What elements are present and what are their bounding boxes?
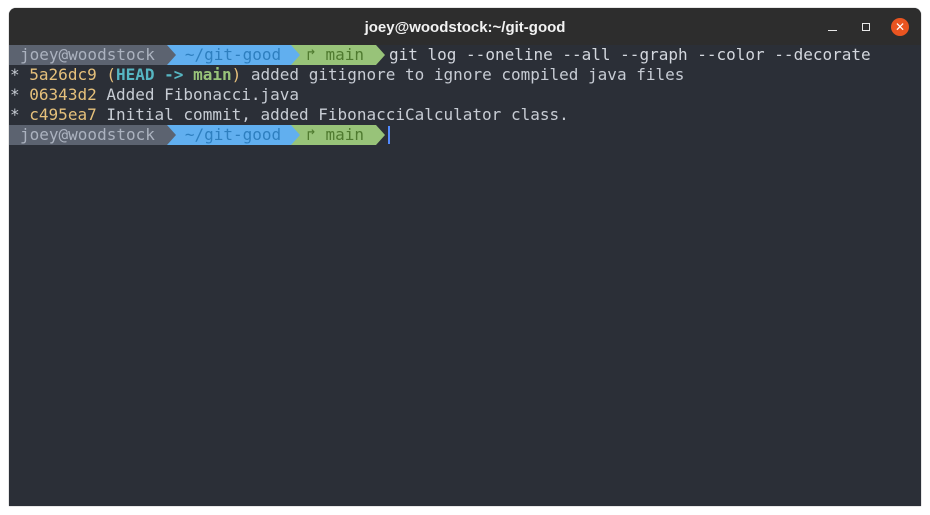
commit-message: added gitignore to ignore compiled java … [250, 65, 685, 84]
branch-icon: ↱ [306, 45, 326, 64]
commit-hash: c495ea7 [29, 105, 97, 124]
powerline-separator [375, 125, 385, 145]
prompt-dir: ~/git-good [184, 45, 282, 64]
maximize-button[interactable] [855, 8, 877, 45]
prompt-branch: main [325, 45, 364, 64]
head-ref: HEAD [116, 65, 155, 84]
prompt-git-segment: ↱ main [291, 45, 385, 65]
commit-hash: 5a26dc9 [29, 65, 97, 84]
close-icon: ✕ [891, 17, 909, 36]
log-line: * 5a26dc9 (HEAD -> main) added gitignore… [9, 65, 921, 85]
graph-marker: * [10, 65, 20, 84]
commit-hash: 06343d2 [29, 85, 97, 104]
branch-icon: ↱ [306, 125, 326, 144]
prompt-dir: ~/git-good [184, 125, 282, 144]
minimize-button[interactable] [821, 8, 843, 45]
prompt-dir-segment: ~/git-good [166, 125, 301, 145]
ref-arrow: -> [164, 65, 184, 84]
graph-marker: * [10, 85, 20, 104]
close-button[interactable]: ✕ [889, 8, 911, 45]
window-title: joey@woodstock:~/git-good [364, 19, 566, 36]
terminal-content[interactable]: joey@woodstock ~/git-good ↱ main git log… [9, 45, 921, 506]
graph-marker: * [10, 105, 20, 124]
prompt-user-host: joey@woodstock [20, 45, 155, 64]
prompt-git-segment: ↱ main [291, 125, 385, 145]
decoration-open: ( [106, 65, 116, 84]
command-text: git log --oneline --all --graph --color … [388, 45, 871, 64]
prompt-branch: main [325, 125, 364, 144]
powerline-separator [291, 125, 301, 145]
branch-ref: main [193, 65, 232, 84]
minimize-icon [827, 29, 837, 32]
terminal-window: joey@woodstock:~/git-good ✕ joey@woodsto… [9, 8, 921, 506]
prompt-user-host: joey@woodstock [20, 125, 155, 144]
title-bar[interactable]: joey@woodstock:~/git-good ✕ [9, 8, 921, 45]
log-line: * 06343d2 Added Fibonacci.java [9, 85, 921, 105]
powerline-separator [166, 125, 176, 145]
powerline-separator [375, 45, 385, 65]
powerline-separator [291, 45, 301, 65]
prompt-line[interactable]: joey@woodstock ~/git-good ↱ main [9, 125, 921, 145]
commit-message: Initial commit, added FibonacciCalculato… [106, 105, 569, 124]
prompt-dir-segment: ~/git-good [166, 45, 301, 65]
prompt-user-segment: joey@woodstock [9, 125, 176, 145]
maximize-icon [862, 22, 870, 31]
text-cursor[interactable] [387, 126, 390, 144]
prompt-user-segment: joey@woodstock [9, 45, 176, 65]
prompt-line: joey@woodstock ~/git-good ↱ main git log… [9, 45, 921, 65]
log-line: * c495ea7 Initial commit, added Fibonacc… [9, 105, 921, 125]
commit-message: Added Fibonacci.java [106, 85, 300, 104]
powerline-separator [166, 45, 176, 65]
decoration-close: ) [231, 65, 242, 84]
